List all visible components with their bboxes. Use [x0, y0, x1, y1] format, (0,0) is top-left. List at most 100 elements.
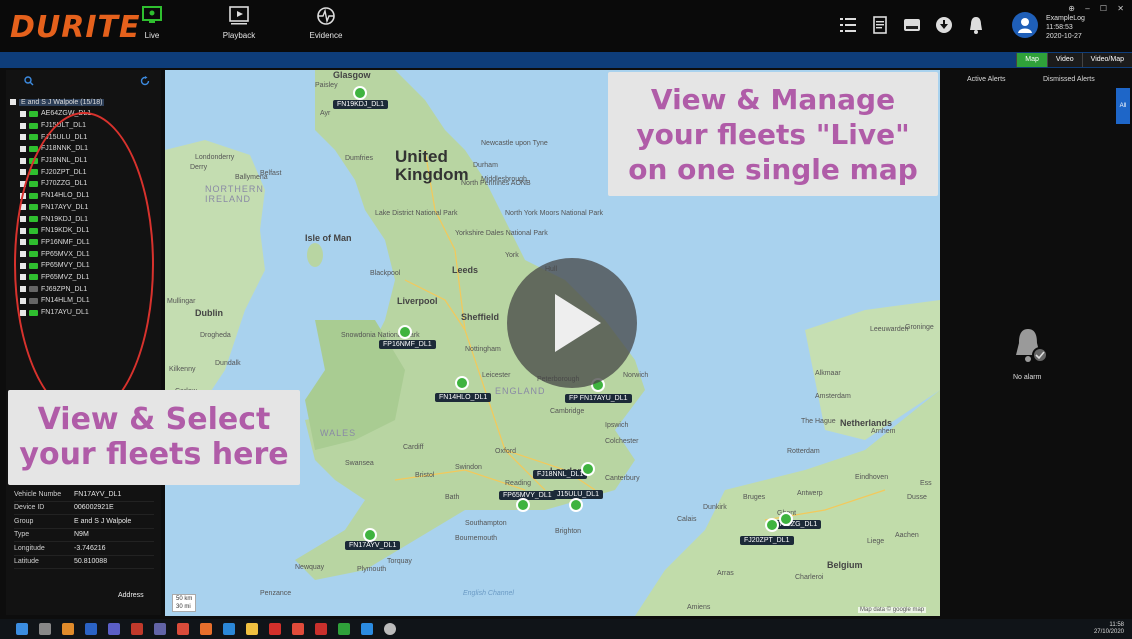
app-icon[interactable]: [62, 623, 74, 635]
firefox-icon[interactable]: [200, 623, 212, 635]
app-icon[interactable]: [177, 623, 189, 635]
detail-key: Device ID: [14, 504, 45, 512]
download-icon[interactable]: [934, 15, 954, 35]
folder-icon[interactable]: [246, 623, 258, 635]
expand-icon[interactable]: [20, 145, 26, 152]
app-icon[interactable]: [223, 623, 235, 635]
callout-manage-line1: View & Manage: [650, 83, 896, 116]
detail-value: E and S J Walpole: [74, 517, 132, 525]
document-icon[interactable]: [870, 15, 890, 35]
vehicle-pin-icon[interactable]: [516, 498, 530, 512]
expand-icon[interactable]: [20, 122, 26, 129]
map-place-label: Belfast: [260, 170, 282, 177]
all-side-tab[interactable]: All: [1116, 88, 1130, 124]
window-controls[interactable]: ⊕ – ☐ ✕: [1068, 4, 1128, 13]
word-icon[interactable]: [85, 623, 97, 635]
app-icon[interactable]: [292, 623, 304, 635]
vehicle-pin-icon[interactable]: [569, 498, 583, 512]
expand-icon[interactable]: [20, 134, 26, 141]
tab-active-alerts[interactable]: Active Alerts: [967, 76, 1006, 83]
tab-dismissed-alerts[interactable]: Dismissed Alerts: [1043, 76, 1095, 83]
tab-video[interactable]: Video: [1046, 53, 1082, 67]
detail-key: Type: [14, 531, 30, 539]
map-place-label: Bruges: [743, 494, 766, 501]
bell-icon[interactable]: [966, 15, 986, 35]
map-place-label: Mullingar: [167, 298, 196, 305]
map-place-label: Bristol: [415, 472, 435, 479]
detail-row: Longitude -3.746216: [14, 542, 154, 556]
detail-key: Vehicle Numbe: [14, 490, 62, 498]
map-place-label: Dundalk: [215, 360, 241, 367]
vehicle-map-label[interactable]: FN19KDJ_DL1: [333, 100, 389, 109]
nav-live[interactable]: Live: [122, 6, 182, 40]
play-button[interactable]: [507, 258, 637, 388]
map-place-label: Yorkshire Dales National Park: [455, 230, 548, 237]
teams-icon[interactable]: [154, 623, 166, 635]
acrobat-icon[interactable]: [269, 623, 281, 635]
vehicle-pin-icon[interactable]: [398, 325, 412, 339]
nav-evidence-label: Evidence: [309, 31, 343, 40]
vehicle-map-label[interactable]: FJ18NNL_DL1: [533, 470, 588, 479]
gear-icon[interactable]: [384, 623, 396, 635]
list-icon[interactable]: [838, 15, 858, 35]
map-place-label: Rotterdam: [787, 448, 820, 455]
vehicle-map-label[interactable]: FP FN17AYU_DL1: [565, 394, 632, 403]
map-place-label: Dusse: [907, 494, 927, 501]
tab-map[interactable]: Map: [1016, 53, 1047, 67]
vehicle-map-label[interactable]: FJ20ZPT_DL1: [740, 536, 794, 545]
map-place-label: Southampton: [465, 520, 507, 527]
map-place-label: English Channel: [463, 590, 514, 597]
toolbar-icons: [838, 15, 986, 35]
callout-select: View & Select your fleets here: [8, 390, 300, 485]
vehicle-pin-icon[interactable]: [363, 528, 377, 542]
expand-icon[interactable]: [20, 169, 26, 176]
expand-icon[interactable]: [20, 157, 26, 164]
expand-icon[interactable]: [20, 110, 26, 117]
nav-playback[interactable]: Playback: [209, 6, 269, 40]
map-place-label: Norwich: [623, 372, 649, 379]
nav-live-label: Live: [144, 31, 160, 40]
map-place-label: Arras: [717, 570, 734, 577]
expand-icon[interactable]: [10, 99, 16, 105]
map-place-label: Penzance: [260, 590, 292, 597]
callout-select-line2: your fleets here: [19, 437, 289, 472]
tab-video-map[interactable]: Video/Map: [1081, 53, 1132, 67]
refresh-icon[interactable]: [140, 76, 150, 86]
avatar[interactable]: [1012, 12, 1038, 38]
system-tray[interactable]: 11:58 27/10/2020: [1094, 622, 1124, 636]
tray-time: 11:58: [1109, 622, 1124, 628]
map-place-label: Torquay: [387, 558, 412, 565]
vehicle-pin-icon[interactable]: [581, 462, 595, 476]
map-place-label: Blackpool: [370, 270, 401, 277]
vehicle-map-label[interactable]: FN17AYV_DL1: [345, 541, 401, 550]
map-place-label: Bath: [445, 494, 460, 501]
map-place-label: York: [505, 252, 519, 259]
map-scale: 50 km 30 mi: [172, 594, 197, 612]
vehicle-map-label[interactable]: FP16NMF_DL1: [379, 340, 436, 349]
map-place-label: Calais: [677, 516, 697, 523]
vehicle-pin-icon[interactable]: [353, 86, 367, 100]
vehicle-pin-icon[interactable]: [455, 376, 469, 390]
drive-icon[interactable]: [902, 15, 922, 35]
app-icon[interactable]: [361, 623, 373, 635]
task-view-icon[interactable]: [39, 623, 51, 635]
search-icon[interactable]: [24, 76, 34, 86]
vehicle-pin-icon[interactable]: [765, 518, 779, 532]
map-region-label: ENGLAND: [495, 386, 546, 396]
tree-root[interactable]: E and S J Walpole (15/18): [10, 96, 105, 108]
map-place-label: Paisley: [315, 82, 338, 89]
app-icon[interactable]: [108, 623, 120, 635]
windows-start-icon[interactable]: [16, 623, 28, 635]
app-icon[interactable]: [338, 623, 350, 635]
map-place-label: Londonderry: [195, 154, 235, 161]
vehicle-pin-icon[interactable]: [779, 512, 793, 526]
evidence-pulse-icon: [317, 7, 335, 25]
address-button[interactable]: Address: [118, 592, 144, 599]
app-icon[interactable]: [131, 623, 143, 635]
map-place-label: Ipswich: [605, 422, 629, 429]
nav-evidence[interactable]: Evidence: [296, 6, 356, 40]
map-place-label: Colchester: [605, 438, 639, 445]
vehicle-map-label[interactable]: FN14HLO_DL1: [435, 393, 492, 402]
map-place-label: Glasgow: [333, 70, 371, 80]
app-icon[interactable]: [315, 623, 327, 635]
